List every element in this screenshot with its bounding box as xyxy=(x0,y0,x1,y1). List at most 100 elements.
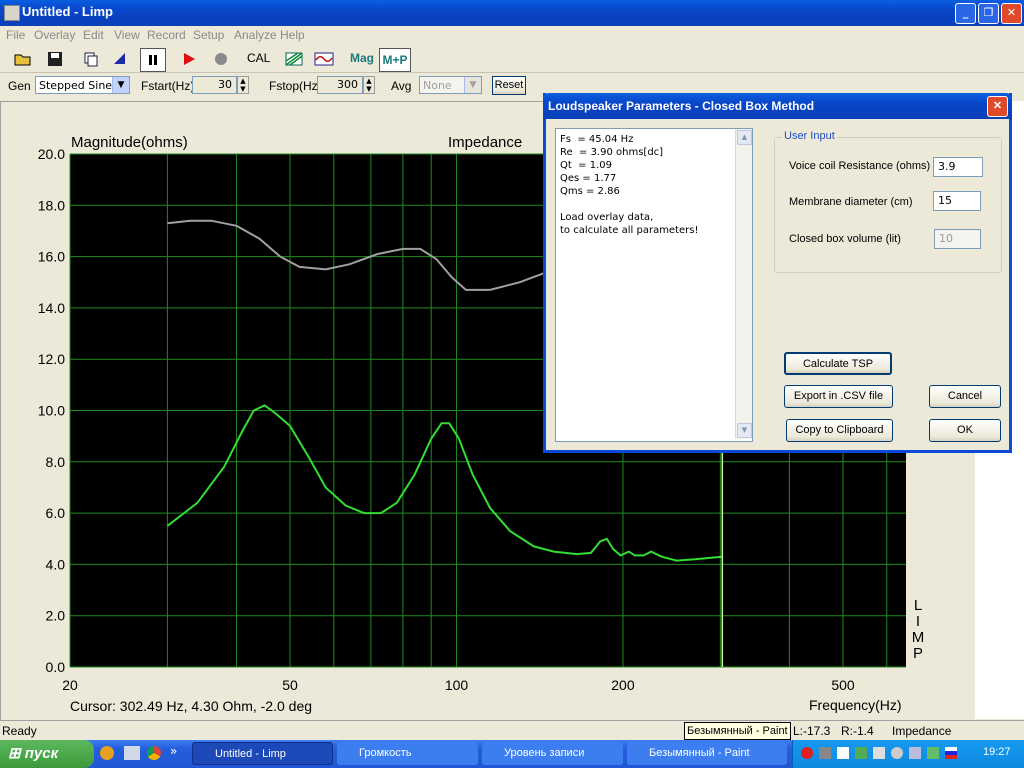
box-volume-label: Closed box volume (lit) xyxy=(789,233,901,245)
menu-overlay[interactable]: Overlay xyxy=(34,28,75,42)
menu-bar: File Overlay Edit View Record Setup Anal… xyxy=(0,26,1024,46)
tray-icon[interactable] xyxy=(927,747,939,759)
menu-edit[interactable]: Edit xyxy=(83,28,104,42)
generator-select-value: Stepped Sine xyxy=(39,79,113,92)
task-volume[interactable]: Громкость xyxy=(337,742,478,765)
mag-button[interactable]: Mag xyxy=(350,51,374,65)
chevron-down-icon[interactable]: ▼ xyxy=(112,77,129,93)
minimize-button[interactable]: _ xyxy=(955,3,976,24)
tray-icon[interactable] xyxy=(837,747,849,759)
ok-button[interactable]: OK xyxy=(929,419,1001,442)
menu-view[interactable]: View xyxy=(114,28,140,42)
menu-help[interactable]: Help xyxy=(280,28,305,42)
result-line xyxy=(560,198,748,211)
y-tick-label: 16.0 xyxy=(38,249,65,265)
y-tick-label: 6.0 xyxy=(46,505,66,521)
result-line: Load overlay data, xyxy=(560,212,654,223)
pause-button[interactable] xyxy=(140,48,166,72)
dialog-close-icon[interactable]: ✕ xyxy=(987,96,1008,117)
result-line: Re = 3.90 ohms[dc] xyxy=(560,147,664,158)
x-tick-label: 500 xyxy=(831,677,855,693)
menu-analyze[interactable]: Analyze xyxy=(234,28,277,42)
open-icon[interactable] xyxy=(12,48,34,70)
y-tick-label: 10.0 xyxy=(38,403,65,419)
user-input-group-label: User Input xyxy=(782,130,837,142)
membrane-diameter-label: Membrane diameter (cm) xyxy=(789,196,913,208)
copy-clipboard-button[interactable]: Copy to Clipboard xyxy=(786,419,893,442)
start-button[interactable]: ⊞ пуск xyxy=(0,740,94,768)
calculate-tsp-button[interactable]: Calculate TSP xyxy=(784,352,892,375)
export-csv-button[interactable]: Export in .CSV file xyxy=(784,385,893,408)
fstart-input[interactable]: 30 xyxy=(192,76,237,94)
task-limp[interactable]: Untitled - Limp xyxy=(192,742,333,765)
wave-icon[interactable] xyxy=(313,48,335,70)
graph-hatch-icon[interactable] xyxy=(283,48,305,70)
gen-label: Gen xyxy=(8,79,31,93)
magnitude-phase-button[interactable]: M+P xyxy=(379,48,411,72)
tray-icon[interactable] xyxy=(891,747,903,759)
fstop-label: Fstop(Hz) xyxy=(269,79,322,93)
avg-label: Avg xyxy=(391,79,412,93)
tray-icon[interactable] xyxy=(873,747,885,759)
quicklaunch-icon[interactable] xyxy=(124,746,140,760)
marker-icon[interactable] xyxy=(109,48,131,70)
cancel-button[interactable]: Cancel xyxy=(929,385,1001,408)
status-ready: Ready xyxy=(2,724,37,738)
menu-record[interactable]: Record xyxy=(147,28,186,42)
tray-icon[interactable] xyxy=(819,747,831,759)
results-textbox[interactable]: Fs = 45.04 Hz Re = 3.90 ohms[dc] Qt = 1.… xyxy=(555,128,753,442)
toolbar: CAL Mag M+P xyxy=(0,46,1024,73)
avg-select-value: None xyxy=(423,79,452,92)
record-icon[interactable] xyxy=(210,48,232,70)
maximize-button[interactable]: ❐ xyxy=(978,3,999,24)
app-icon[interactable] xyxy=(4,5,20,21)
scroll-down-icon[interactable]: ▼ xyxy=(737,423,752,438)
scroll-up-icon[interactable]: ▲ xyxy=(737,130,752,145)
speaker-icon[interactable] xyxy=(909,747,921,759)
fstop-input[interactable]: 300 xyxy=(317,76,363,94)
tray-icon[interactable] xyxy=(855,747,867,759)
status-bar: Ready Безымянный - Paint L:-17.3 R:-1.4 … xyxy=(0,720,1024,752)
system-tray: 19:27 xyxy=(792,740,1024,768)
y-tick-label: 8.0 xyxy=(46,454,66,470)
result-line: Qt = 1.09 xyxy=(560,160,612,171)
result-line: Qes = 1.77 xyxy=(560,173,617,184)
voice-coil-label: Voice coil Resistance (ohms) xyxy=(789,160,931,172)
save-icon[interactable] xyxy=(44,48,66,70)
box-volume-input[interactable]: 10 xyxy=(934,229,981,249)
x-tick-label: 200 xyxy=(611,677,635,693)
dialog-title: Loudspeaker Parameters - Closed Box Meth… xyxy=(548,99,815,113)
windows-logo-icon: ⊞ xyxy=(8,745,21,762)
task-paint[interactable]: Безымянный - Paint xyxy=(627,742,787,765)
play-icon[interactable] xyxy=(178,48,200,70)
generator-select[interactable]: Stepped Sine ▼ xyxy=(35,76,130,94)
level-right: R:-1.4 xyxy=(841,724,874,738)
fstop-spinner[interactable]: ▲ ▼ xyxy=(363,76,375,94)
chevron-right-icon[interactable]: » xyxy=(170,744,177,758)
quicklaunch-icon[interactable] xyxy=(100,746,114,760)
menu-setup[interactable]: Setup xyxy=(193,28,224,42)
results-scrollbar[interactable]: ▲ ▼ xyxy=(735,129,752,439)
language-icon[interactable] xyxy=(945,747,957,759)
cal-button[interactable]: CAL xyxy=(247,51,270,65)
chrome-icon[interactable] xyxy=(147,746,161,760)
y-tick-label: 20.0 xyxy=(38,146,65,162)
fstart-spinner[interactable]: ▲ ▼ xyxy=(237,76,249,94)
reset-button[interactable]: Reset xyxy=(492,76,526,95)
avg-select[interactable]: None ▼ xyxy=(419,76,482,94)
level-left: L:-17.3 xyxy=(793,724,831,738)
voice-coil-input[interactable]: 3.9 xyxy=(933,157,983,177)
copy-icon[interactable] xyxy=(80,48,102,70)
task-record-level[interactable]: Уровень записи xyxy=(482,742,623,765)
results-text: Fs = 45.04 Hz Re = 3.90 ohms[dc] Qt = 1.… xyxy=(556,129,752,241)
taskbar: ⊞ пуск » Untitled - Limp Громкость Урове… xyxy=(0,740,1024,768)
dialog-title-bar[interactable]: Loudspeaker Parameters - Closed Box Meth… xyxy=(543,93,1012,119)
menu-file[interactable]: File xyxy=(6,28,25,42)
membrane-diameter-input[interactable]: 15 xyxy=(933,191,981,211)
tray-icon[interactable] xyxy=(801,747,813,759)
tooltip: Безымянный - Paint xyxy=(684,722,791,740)
fstart-label: Fstart(Hz) xyxy=(141,79,195,93)
result-line: to calculate all parameters! xyxy=(560,225,699,236)
loudspeaker-params-dialog: Fs = 45.04 Hz Re = 3.90 ohms[dc] Qt = 1.… xyxy=(543,93,1012,453)
close-button[interactable]: ✕ xyxy=(1001,3,1022,24)
